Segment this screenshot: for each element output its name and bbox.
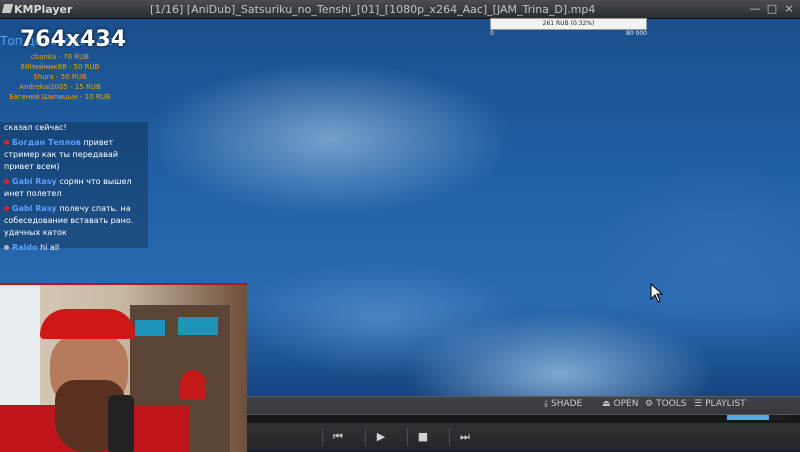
donors-list: cbanka - 76 RUB 88Неймик88 - 50 RUB Shur… — [5, 52, 115, 102]
chat-message: Raido hi all — [4, 242, 148, 254]
close-button[interactable]: × — [782, 2, 796, 16]
chat-message: Gabi Rasy полечу спать. на собеседование… — [4, 203, 148, 239]
player-controls: ⤓ SHADE ⏏ OPEN ⚙ TOOLS ☰ PLAYLIST ⏮ ▶ ■ ⏭ — [247, 396, 800, 451]
chat-username: Raido — [12, 243, 38, 252]
donor-item: Andrekai2005 - 15 RUB — [19, 83, 101, 91]
mouse-cursor-icon — [650, 283, 664, 303]
chat-message: Богдан Теплов привет стример как ты пере… — [4, 137, 148, 173]
donation-goal-bar: 261 RUB (0.32%) — [490, 18, 647, 30]
maximize-button[interactable]: □ — [765, 2, 779, 16]
chat-panel: сказал сейчас! Богдан Теплов привет стри… — [0, 122, 148, 252]
webcam-feed — [0, 283, 247, 452]
chat-message: сказал сейчас! — [4, 122, 148, 134]
donor-item: cbanka - 76 RUB — [30, 53, 90, 61]
donation-goal-text: 261 RUB (0.32%) — [542, 20, 595, 27]
chat-text: hi all — [40, 243, 60, 252]
playlist-button[interactable]: ☰ PLAYLIST — [694, 399, 746, 409]
minimize-button[interactable]: — — [748, 2, 762, 16]
microphone-icon — [108, 395, 134, 452]
stop-button[interactable]: ■ — [407, 428, 438, 446]
platform-icon — [4, 245, 9, 250]
tools-button[interactable]: ⚙ TOOLS — [645, 399, 686, 409]
download-icon: ⤓ — [544, 399, 548, 409]
chat-username: Gabi Rasy — [12, 204, 57, 213]
seek-bar[interactable] — [247, 414, 800, 423]
donor-item: Shura - 50 RUB — [33, 73, 87, 81]
youtube-icon — [4, 140, 9, 145]
eject-icon: ⏏ — [602, 399, 611, 409]
open-button[interactable]: ⏏ OPEN — [602, 399, 638, 409]
volume-level — [727, 415, 769, 420]
file-title: [1/16] [AniDub]_Satsuriku_no_Tenshi_[01]… — [150, 3, 596, 16]
list-icon: ☰ — [694, 399, 703, 409]
youtube-icon — [4, 206, 9, 211]
chat-message: Gabi Rasy сорян что вышел инет полетел — [4, 176, 148, 200]
donor-item: 88Неймик88 - 50 RUB — [20, 63, 100, 71]
resolution-label: 764x434 — [20, 27, 127, 52]
chat-username: Gabi Rasy — [12, 177, 57, 186]
transport-buttons: ⏮ ▶ ■ ⏭ — [247, 425, 800, 451]
donation-goal-max: 80 000 — [626, 30, 647, 37]
previous-button[interactable]: ⏮ — [322, 428, 353, 446]
gear-icon: ⚙ — [645, 399, 654, 409]
kmplayer-logo-icon — [1, 4, 14, 13]
shade-button[interactable]: ⤓ SHADE — [544, 399, 582, 409]
play-button[interactable]: ▶ — [365, 428, 396, 446]
chat-text: сказал сейчас! — [4, 123, 67, 132]
volume-slider[interactable] — [727, 415, 787, 420]
youtube-icon — [4, 179, 9, 184]
chat-username: Богдан Теплов — [12, 138, 81, 147]
app-name: KMPlayer — [14, 3, 73, 16]
next-button[interactable]: ⏭ — [449, 428, 480, 446]
title-bar: KMPlayer [1/16] [AniDub]_Satsuriku_no_Te… — [0, 0, 800, 19]
donation-goal-min: 0 — [490, 30, 494, 37]
donor-item: Евгений Шипицын - 10 RUB — [9, 93, 111, 101]
